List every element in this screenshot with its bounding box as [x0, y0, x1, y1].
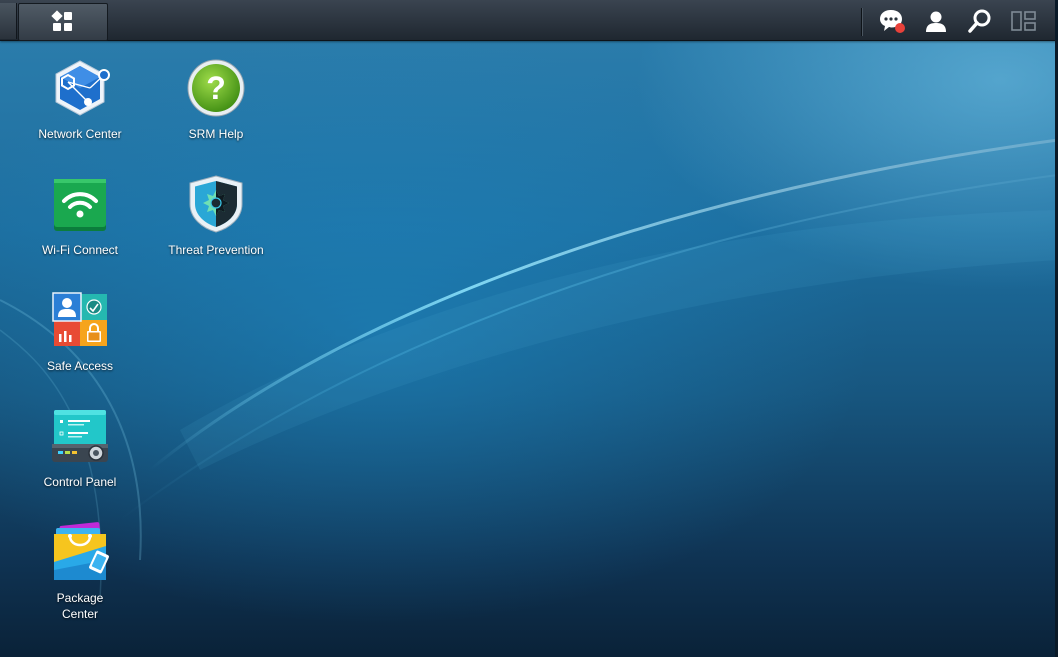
- notifications-button[interactable]: [877, 6, 907, 36]
- package-center-icon: [54, 522, 109, 580]
- app-threat-prevention[interactable]: Threat Prevention: [156, 174, 276, 258]
- app-control-panel[interactable]: Control Panel: [20, 406, 140, 490]
- app-srm-help[interactable]: ? SRM Help: [156, 58, 276, 142]
- notification-chat-icon: [880, 10, 905, 33]
- widgets-button[interactable]: [1009, 6, 1039, 36]
- main-menu-button[interactable]: [18, 3, 108, 41]
- taskbar-separator: [861, 8, 862, 36]
- wifi-icon: [54, 179, 106, 231]
- user-icon: [926, 11, 946, 32]
- app-label: Safe Access: [46, 359, 114, 373]
- taskbar: [0, 0, 1058, 41]
- search-button[interactable]: [965, 6, 995, 36]
- app-wifi-connect[interactable]: Wi-Fi Connect: [20, 174, 140, 258]
- notification-dot: [895, 23, 905, 33]
- network-center-icon: [55, 60, 110, 116]
- svg-text:?: ?: [206, 70, 226, 106]
- app-label: Threat Prevention: [168, 243, 264, 257]
- app-package-center[interactable]: Package Center: [20, 522, 140, 622]
- app-label: Package Center: [56, 591, 104, 621]
- app-safe-access[interactable]: Safe Access: [20, 290, 140, 374]
- app-label: Control Panel: [43, 475, 117, 489]
- safe-access-icon: [52, 292, 107, 346]
- threat-prevention-shield-icon: [189, 175, 243, 233]
- show-desktop-button[interactable]: [0, 3, 17, 39]
- help-icon: ?: [187, 59, 245, 117]
- widgets-icon: [1011, 11, 1036, 31]
- main-menu-grid-icon: [51, 10, 72, 31]
- search-icon: [968, 9, 991, 33]
- app-network-center[interactable]: Network Center: [20, 58, 140, 142]
- user-options-button[interactable]: [921, 6, 951, 36]
- control-panel-icon: [52, 410, 108, 462]
- app-label: Wi-Fi Connect: [41, 243, 118, 257]
- app-label: Network Center: [38, 127, 122, 141]
- app-label: SRM Help: [188, 127, 244, 141]
